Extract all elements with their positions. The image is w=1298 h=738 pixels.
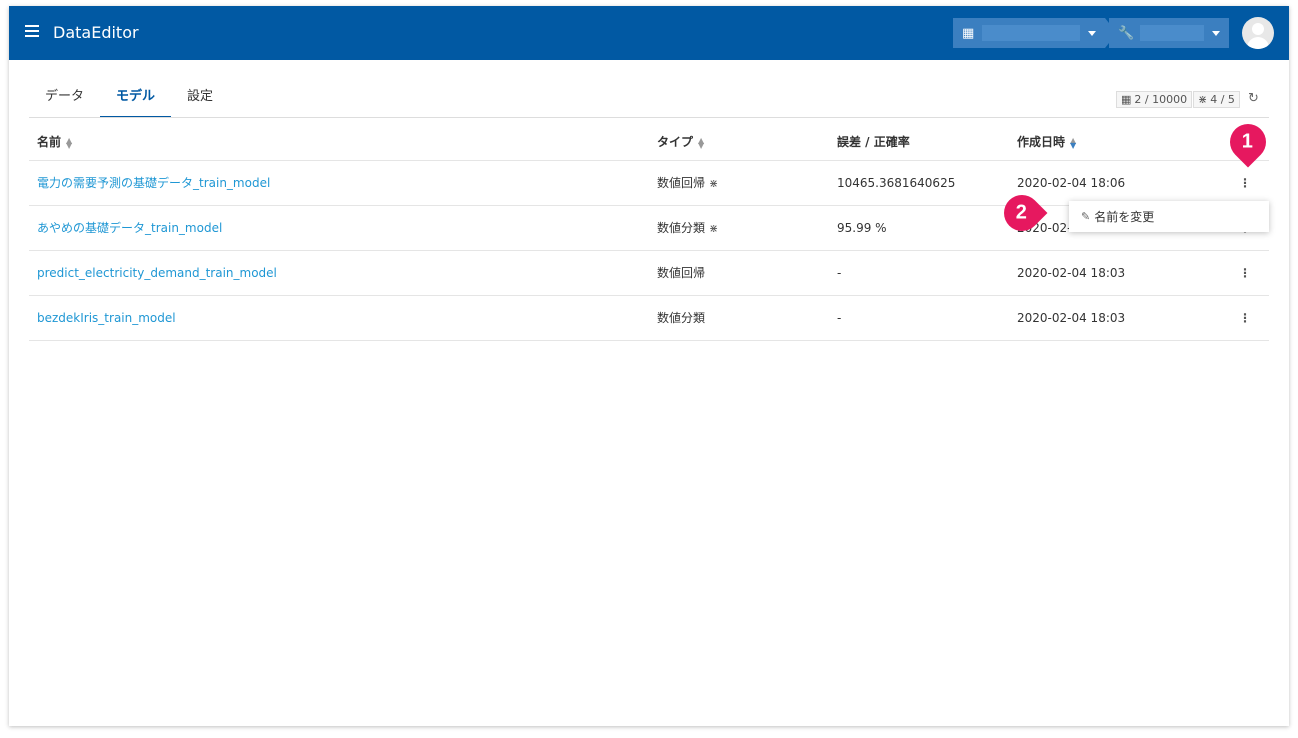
tab-divider <box>29 117 1269 118</box>
model-name-link[interactable]: predict_electricity_demand_train_model <box>37 266 277 280</box>
wrench-icon: 🔧 <box>1118 25 1135 41</box>
organization-selector[interactable]: ▦ <box>953 18 1117 48</box>
sort-icon: ▲ ▼ <box>698 135 705 150</box>
model-icon: ⋇ <box>709 222 719 235</box>
model-icon: ⋇ <box>1198 93 1208 106</box>
more-vertical-icon[interactable]: ⋮ <box>1237 311 1253 325</box>
rename-menu-item[interactable]: ✎ 名前を変更 <box>1069 201 1269 232</box>
pencil-icon: ✎ <box>1081 210 1091 223</box>
more-vertical-icon[interactable]: ⋮ <box>1237 176 1253 190</box>
model-table: 名前 ▲ ▼ タイプ ▲ ▼ 誤差 / 正確率 作成日時 ▲ ▼ 電力の需要予測の基礎データ… <box>29 124 1269 341</box>
app-bar: DataEditor ▦ 🔧 <box>9 6 1289 60</box>
hamburger-menu-icon[interactable] <box>25 25 39 39</box>
avatar[interactable] <box>1242 17 1274 49</box>
model-name-link[interactable]: bezdekIris_train_model <box>37 311 176 325</box>
column-header-type[interactable]: タイプ ▲ ▼ <box>649 124 829 161</box>
row-quota-badge: ▦ 2 / 10000 <box>1116 91 1193 108</box>
table-row: 電力の需要予測の基礎データ_train_model 数値回帰 ⋇ 10465.36… <box>29 160 1269 206</box>
model-icon: ⋇ <box>709 177 719 190</box>
sort-desc-icon: ▲ ▼ <box>1070 135 1077 150</box>
sort-icon: ▲ ▼ <box>66 135 73 150</box>
app-title: DataEditor <box>53 23 139 42</box>
chevron-down-icon <box>1088 31 1096 36</box>
column-header-metric: 誤差 / 正確率 <box>829 124 1009 161</box>
column-header-created[interactable]: 作成日時 ▲ ▼ <box>1009 124 1229 161</box>
tab-data[interactable]: データ <box>29 82 100 118</box>
table-icon: ▦ <box>1121 93 1132 106</box>
organization-value-redacted <box>982 25 1080 41</box>
column-header-name[interactable]: 名前 ▲ ▼ <box>29 124 649 161</box>
tab-settings[interactable]: 設定 <box>171 82 229 118</box>
table-row: bezdekIris_train_model 数値分類 - 2020-02-04… <box>29 295 1269 341</box>
more-vertical-icon[interactable]: ⋮ <box>1237 266 1253 280</box>
chevron-down-icon <box>1212 31 1220 36</box>
tab-bar: データ モデル 設定 <box>29 82 229 118</box>
model-name-link[interactable]: あやめの基礎データ_train_model <box>37 221 222 235</box>
model-name-link[interactable]: 電力の需要予測の基礎データ_train_model <box>37 176 270 190</box>
project-value-redacted <box>1140 25 1204 41</box>
project-selector[interactable]: 🔧 <box>1109 18 1229 48</box>
tab-model[interactable]: モデル <box>100 82 172 118</box>
app-window: DataEditor ▦ 🔧 データ モデル 設定 ▦ 2 / 10000 ⋇ … <box>9 6 1289 726</box>
refresh-icon[interactable]: ↻ <box>1248 92 1262 106</box>
model-quota-badge: ⋇ 4 / 5 <box>1193 91 1240 108</box>
building-icon: ▦ <box>962 25 975 41</box>
table-row: predict_electricity_demand_train_model 数… <box>29 250 1269 296</box>
